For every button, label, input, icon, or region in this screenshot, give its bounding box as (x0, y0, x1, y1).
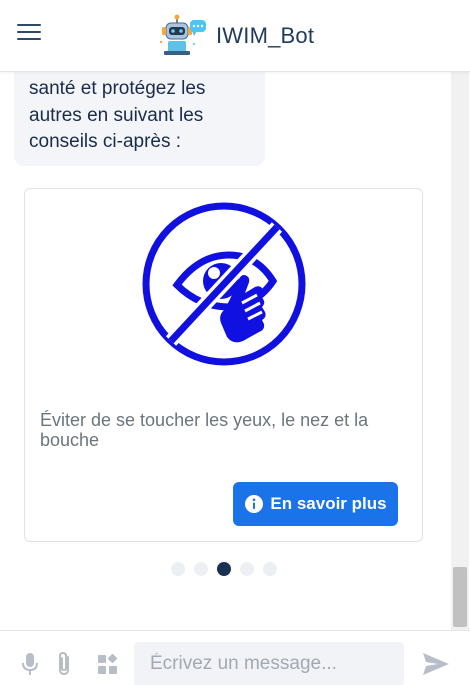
chat-app: IWIM_Bot santé et protégez les autres en… (0, 0, 470, 685)
bot-message: santé et protégez les autres en suivant … (14, 72, 265, 166)
hamburger-menu-icon[interactable] (17, 24, 41, 42)
scrollbar-thumb[interactable] (453, 567, 467, 627)
card-description: Éviter de se toucher les yeux, le nez et… (40, 410, 369, 450)
carousel-dot-5[interactable] (263, 562, 277, 576)
carousel-indicators (171, 562, 277, 576)
carousel-dot-1[interactable] (171, 562, 185, 576)
message-composer (0, 630, 470, 685)
send-icon[interactable] (421, 651, 451, 677)
paperclip-icon[interactable] (53, 651, 77, 677)
app-title: IWIM_Bot (216, 23, 315, 48)
message-input[interactable] (134, 642, 404, 685)
scrollbar-track[interactable] (451, 72, 469, 630)
no-touching-eyes-icon (142, 202, 306, 366)
advice-card: Éviter de se toucher les yeux, le nez et… (24, 188, 423, 542)
apps-icon[interactable] (96, 651, 120, 677)
carousel-dot-3-active[interactable] (217, 562, 231, 576)
learn-more-button[interactable]: En savoir plus (233, 482, 398, 526)
learn-more-label: En savoir plus (270, 494, 387, 513)
brand: IWIM_Bot (158, 14, 314, 58)
microphone-icon[interactable] (18, 651, 42, 677)
top-bar: IWIM_Bot (0, 0, 470, 72)
chat-thread[interactable]: santé et protégez les autres en suivant … (0, 72, 470, 630)
carousel-dot-4[interactable] (240, 562, 254, 576)
robot-logo-icon (159, 14, 206, 55)
bot-message-text: santé et protégez les autres en suivant … (29, 78, 206, 152)
carousel-dot-2[interactable] (194, 562, 208, 576)
info-icon (245, 495, 264, 513)
